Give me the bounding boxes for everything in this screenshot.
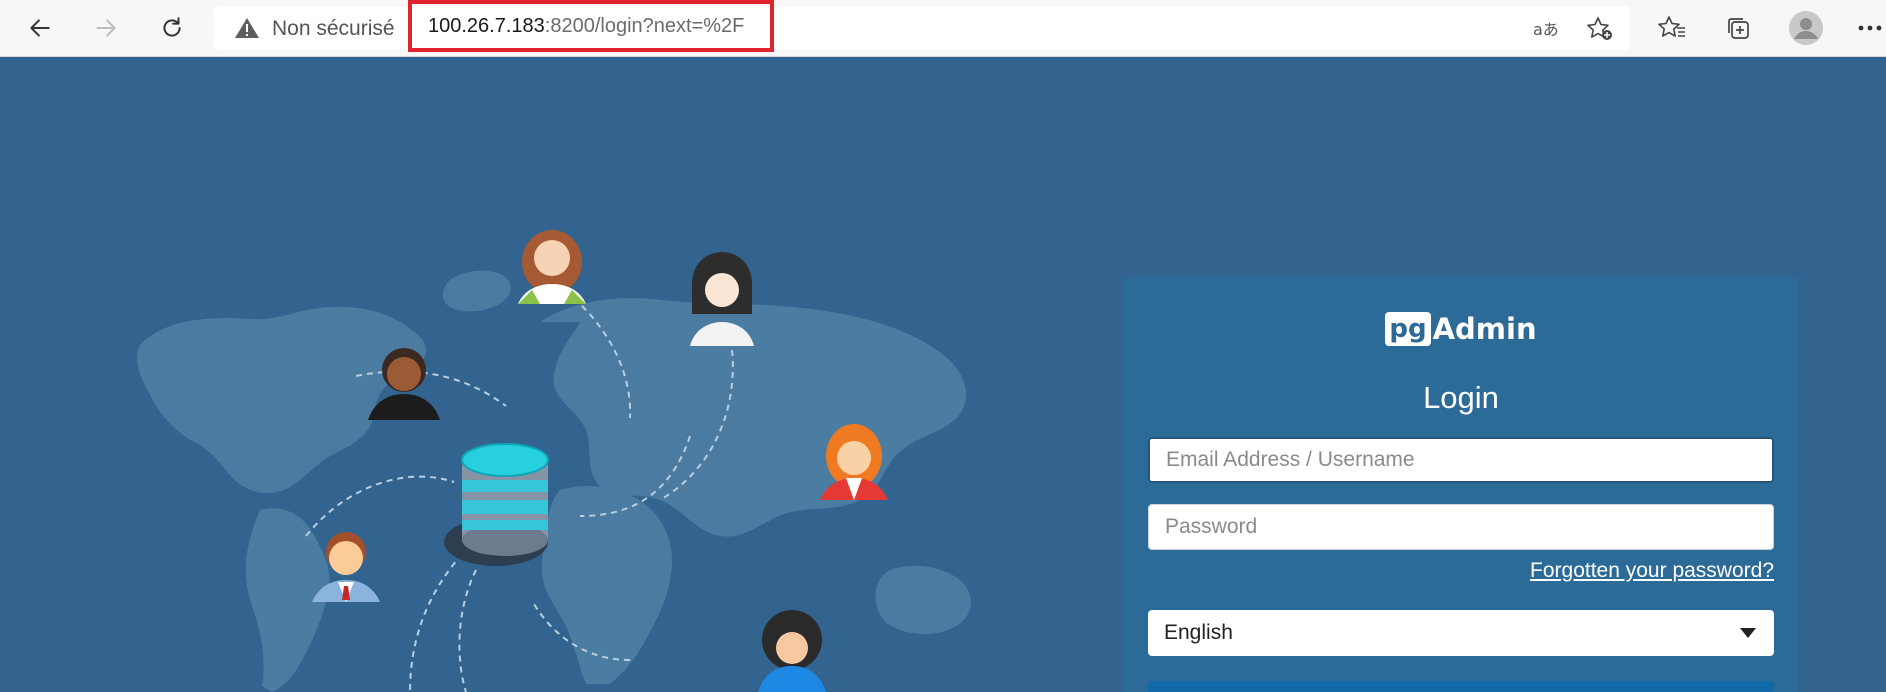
url-host: 100.26.7.183 xyxy=(428,15,545,37)
url-highlight-box: 100.26.7.183:8200/login?next=%2F xyxy=(408,0,774,52)
email-field[interactable] xyxy=(1148,437,1774,483)
login-title: Login xyxy=(1423,380,1499,415)
user-avatar-man-afro-icon xyxy=(758,610,826,692)
favorite-add-icon[interactable] xyxy=(1586,16,1614,42)
browser-toolbar: Non sécurisé 100.26.7.183:8200/login?nex… xyxy=(0,0,1886,57)
pgadmin-logo: pg Admin xyxy=(1124,309,1798,349)
login-button[interactable] xyxy=(1148,681,1774,692)
logo-mark: pg xyxy=(1385,312,1431,346)
password-field[interactable] xyxy=(1148,504,1774,550)
user-avatar-woman-right-icon xyxy=(690,252,754,346)
url-text[interactable]: 100.26.7.183:8200/login?next=%2F xyxy=(428,15,744,38)
login-panel: pgAdmin Login Forgotten your password? E… xyxy=(1124,277,1798,692)
profile-button[interactable] xyxy=(1788,10,1824,46)
world-map-illustration xyxy=(137,230,971,692)
language-select[interactable]: English xyxy=(1148,610,1774,656)
url-path: :8200/login?next=%2F xyxy=(544,15,745,37)
favorites-icon xyxy=(1658,16,1685,37)
security-status[interactable]: Non sécurisé xyxy=(272,17,395,41)
address-bar[interactable]: Non sécurisé 100.26.7.183:8200/login?nex… xyxy=(214,0,1630,52)
collections-button[interactable] xyxy=(1720,10,1756,46)
profile-icon xyxy=(1789,11,1823,45)
logo-text: Admin xyxy=(1432,312,1537,346)
warning-icon xyxy=(235,18,259,38)
user-avatar-woman-top-icon xyxy=(518,230,586,304)
read-aloud-icon[interactable]: aあ xyxy=(1532,16,1560,42)
database-icon xyxy=(444,443,549,566)
forward-button[interactable] xyxy=(86,8,126,48)
more-button[interactable] xyxy=(1854,10,1886,46)
more-icon xyxy=(1858,25,1882,31)
forward-arrow-icon xyxy=(96,19,116,37)
back-button[interactable] xyxy=(20,8,60,48)
back-arrow-icon xyxy=(30,19,50,37)
svg-text:aあ: aあ xyxy=(1533,20,1559,39)
chevron-down-icon xyxy=(1740,628,1756,638)
language-value: English xyxy=(1164,621,1233,644)
refresh-button[interactable] xyxy=(152,8,192,48)
refresh-icon xyxy=(163,17,181,37)
collections-icon xyxy=(1728,18,1749,39)
favorites-button[interactable] xyxy=(1654,10,1690,46)
forgot-password-link[interactable]: Forgotten your password? xyxy=(1530,559,1774,583)
